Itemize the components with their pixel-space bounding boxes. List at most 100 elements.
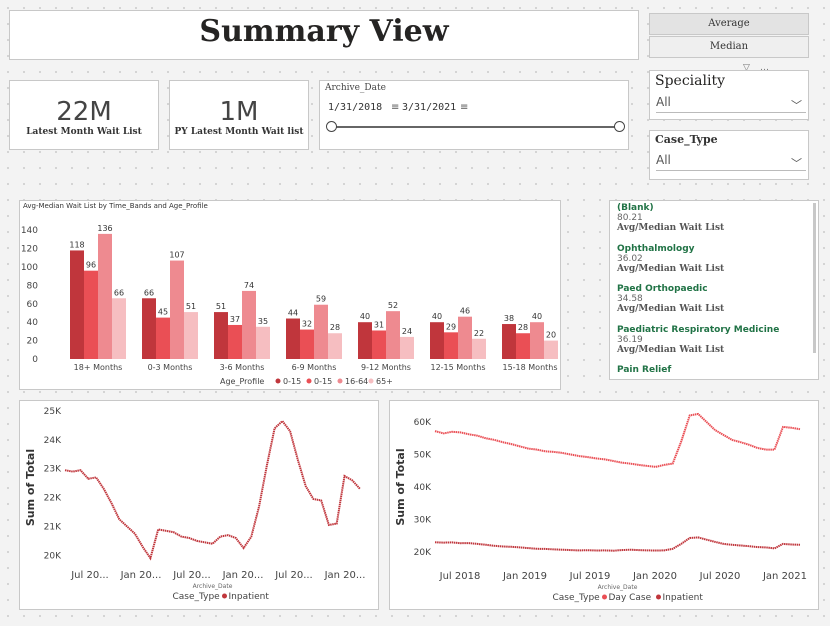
data-label: 35 (258, 317, 268, 326)
y-tick-label: 40K (414, 483, 432, 493)
x-axis-title: Archive_Date (193, 583, 233, 590)
y-tick-label: 24K (44, 436, 62, 446)
bar (314, 304, 328, 359)
case-type-line-chart: 20K 30K 40K 50K 60K Sum of Total Jul 2018 Jan 2… (394, 412, 807, 603)
case-type-dropdown[interactable]: All ﹀ (656, 153, 806, 171)
speciality-value: 36.19 (617, 334, 643, 345)
page-title: Summary View (199, 14, 449, 49)
x-tick-label: Jul 20... (70, 570, 109, 581)
end-date-input[interactable]: 3/31/2021 (402, 102, 464, 118)
x-tick-label: Jul 2019 (569, 571, 611, 582)
py-latest-month-card: 1M PY Latest Month Wait list (169, 80, 309, 150)
x-tick-label: Jul 2020 (699, 571, 741, 582)
legend-marker (656, 594, 661, 600)
bar (386, 311, 400, 359)
data-label: 51 (186, 302, 196, 311)
data-label: 32 (302, 320, 312, 329)
case-type-line-chart-panel: 20K 30K 40K 50K 60K Sum of Total Jul 2018 Jan 2… (389, 400, 819, 610)
data-label: 28 (518, 323, 528, 332)
bar (170, 260, 184, 359)
speciality-name: (Blank) (617, 203, 654, 213)
bar (400, 336, 414, 359)
x-tick-label: Jul 2018 (439, 571, 481, 582)
data-label: 45 (158, 308, 168, 317)
bar (328, 333, 342, 359)
start-date-input[interactable]: 1/31/2018 (328, 102, 390, 118)
bar (184, 312, 198, 359)
data-label: 96 (86, 261, 96, 270)
y-tick-label: 22K (44, 494, 62, 504)
case-type-value: All (656, 153, 671, 167)
range-start-handle[interactable] (326, 121, 337, 132)
bar (242, 290, 256, 359)
bar-chart-panel: Avg-Median Wait List by Time_Bands and A… (19, 200, 561, 390)
speciality-metric-label: Avg/Median Wait List (617, 304, 725, 314)
x-axis-title: Archive_Date (598, 584, 638, 591)
y-tick-label: 25K (44, 407, 62, 417)
y-tick-label: 20K (414, 548, 432, 558)
y-tick-label: 30K (414, 516, 432, 526)
legend-title: Case_Type (173, 592, 221, 602)
legend-marker (337, 378, 343, 384)
series-line (64, 419, 361, 561)
speciality-list-item: Ophthalmology 36.02 Avg/Median Wait List (617, 244, 724, 274)
y-tick-label: 21K (44, 522, 62, 532)
x-tick-label: Jan 2019 (502, 571, 547, 582)
speciality-value: All (656, 95, 671, 109)
data-label: 118 (69, 240, 84, 249)
x-tick-label: 3-6 Months (220, 363, 265, 372)
bar (530, 322, 544, 359)
calendar-icon[interactable]: ≡ (391, 102, 399, 113)
legend-label: 0-15 (314, 377, 332, 386)
case-type-title: Case_Type (655, 133, 718, 146)
data-label: 44 (288, 309, 298, 318)
bar (98, 233, 112, 359)
data-label: 31 (374, 320, 384, 329)
data-label: 66 (144, 288, 154, 297)
y-tick-label: 50K (414, 451, 432, 461)
x-tick-label: 18+ Months (74, 363, 123, 372)
range-end-handle[interactable] (614, 121, 625, 132)
average-button[interactable]: Average (649, 13, 809, 35)
bar (84, 270, 98, 359)
legend-marker (275, 378, 281, 384)
speciality-dropdown[interactable]: All ﹀ (656, 95, 806, 113)
y-tick-label: 20 (27, 337, 39, 347)
median-button[interactable]: Median (649, 36, 809, 58)
speciality-list-item: Pain Relief (617, 365, 671, 375)
date-range-track (332, 126, 620, 128)
legend-title: Case_Type (553, 593, 601, 603)
bar (544, 340, 558, 359)
legend-label: Day Case (609, 593, 652, 603)
bar (358, 322, 372, 359)
speciality-slicer: Speciality All ﹀ (649, 70, 809, 120)
speciality-name: Paediatric Respiratory Medicine (617, 324, 780, 335)
y-axis-title: Sum of Total (24, 449, 37, 526)
scrollbar[interactable] (813, 203, 816, 353)
case-type-slicer: Case_Type All ﹀ (649, 130, 809, 180)
speciality-metric-label: Avg/Median Wait List (617, 223, 725, 233)
data-label: 40 (432, 312, 442, 321)
speciality-list-item: Paed Orthopaedic 34.58 Avg/Median Wait Lis… (617, 284, 724, 314)
bar (142, 298, 156, 359)
legend-label: Inpatient (229, 592, 270, 602)
bar (430, 322, 444, 359)
data-label: 22 (474, 329, 484, 338)
calendar-icon[interactable]: ≡ (460, 102, 468, 113)
data-label: 38 (504, 314, 514, 323)
start-date-value: 1/31/2018 (328, 102, 383, 113)
speciality-name: Paed Orthopaedic (617, 284, 708, 294)
y-tick-label: 20K (44, 551, 62, 561)
latest-month-card: 22M Latest Month Wait List (9, 80, 159, 150)
y-tick-label: 23K (44, 465, 62, 475)
x-tick-label: 0-3 Months (148, 363, 193, 372)
bar (214, 312, 228, 359)
inpatient-line-chart: 20K 21K 22K 23K 24K 25K Sum of Total Jul 20... J… (24, 407, 365, 602)
bar (70, 250, 84, 359)
latest-month-label: Latest Month Wait List (26, 127, 142, 137)
x-tick-label: Jan 2020 (632, 571, 677, 582)
y-tick-label: 120 (21, 245, 38, 255)
speciality-list-item: (Blank) 80.21 Avg/Median Wait List (617, 203, 724, 233)
y-axis-title: Sum of Total (394, 448, 407, 525)
speciality-value: 36.02 (617, 253, 643, 264)
